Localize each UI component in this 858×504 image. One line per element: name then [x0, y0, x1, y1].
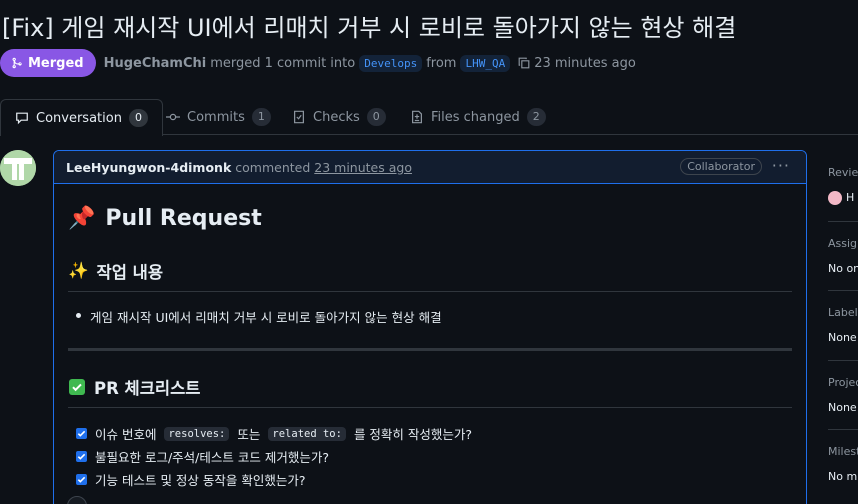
sparkles-icon: ✨: [68, 261, 89, 280]
task-text: 이슈 번호에: [95, 427, 157, 442]
task-text: 또는: [237, 427, 261, 442]
comment-body: 📌 Pull Request ✨ 작업 내용 게임 재시작 UI에서 리매치 거…: [68, 199, 792, 491]
merged-state-badge: Merged: [0, 49, 96, 77]
divider: [828, 290, 858, 291]
task-checkbox[interactable]: [76, 451, 87, 462]
tab-count: 0: [366, 108, 386, 126]
checklist-icon: [294, 110, 304, 124]
tab-count: 2: [526, 108, 546, 126]
sidebar-labels[interactable]: Labels None: [828, 306, 858, 344]
task-text: 를 정확히 작성했는가?: [353, 427, 473, 442]
tab-label: Checks: [313, 109, 360, 125]
tab-label: Commits: [187, 109, 245, 125]
tab-conversation[interactable]: Conversation 0: [0, 99, 163, 136]
pr-author-link[interactable]: HugeChamChi: [104, 56, 207, 71]
from-text: from: [426, 55, 457, 71]
sidebar-heading: Labels: [828, 306, 858, 319]
comment-author-avatar[interactable]: [0, 150, 36, 186]
sidebar-heading: Review: [828, 166, 858, 179]
work-list: 게임 재시작 UI에서 리매치 거부 시 로비로 돌아가지 않는 현상 해결: [76, 307, 792, 326]
sidebar-value: No mi: [828, 470, 858, 483]
merge-text: merged 1 commit into: [210, 55, 356, 71]
task-checkbox[interactable]: [76, 428, 87, 439]
heading-text: Pull Request: [105, 205, 262, 231]
sidebar-value: None: [828, 401, 857, 414]
section-title: 작업 내용: [96, 263, 164, 282]
comment-heading: 📌 Pull Request: [68, 203, 792, 233]
task-text: 불필요한 로그/주석/테스트 코드 제거했는가?: [95, 450, 329, 465]
task-list: 이슈 번호에 resolves: 또는 related to: 를 정확히 작성…: [68, 422, 792, 491]
pr-tabs: Conversation 0 Commits 1 Checks 0 Files …: [0, 99, 858, 136]
task-checkbox[interactable]: [76, 474, 87, 485]
tab-commits[interactable]: Commits 1: [166, 99, 271, 135]
reviewer-entry[interactable]: H: [828, 191, 858, 205]
reviewer-name: H: [846, 191, 855, 204]
task-item: 불필요한 로그/주석/테스트 코드 제거했는가?: [68, 445, 792, 468]
comment-time-link[interactable]: 23 minutes ago: [314, 160, 412, 175]
list-item: 게임 재시작 UI에서 리매치 거부 시 로비로 돌아가지 않는 현상 해결: [76, 307, 792, 326]
sidebar-heading: Projec: [828, 376, 858, 389]
check-mark-icon: [69, 379, 85, 395]
pr-sidebar: Review H Assign No on Labels None Projec…: [828, 150, 858, 504]
sidebar-reviewers[interactable]: Review H: [828, 166, 858, 205]
merge-time: 23 minutes ago: [534, 55, 636, 71]
comment-author[interactable]: LeeHyungwon-4dimonk: [66, 160, 231, 175]
copy-icon[interactable]: [517, 56, 531, 70]
tab-label: Conversation: [36, 110, 122, 126]
commit-icon: [166, 113, 180, 121]
tab-count: 1: [251, 108, 271, 126]
state-label: Merged: [28, 55, 84, 71]
merge-icon: [12, 57, 22, 69]
file-diff-icon: [412, 110, 422, 124]
sidebar-projects[interactable]: Projec None: [828, 376, 858, 414]
sidebar-value: No on: [828, 262, 858, 275]
collaborator-badge: Collaborator: [680, 158, 762, 175]
divider: [828, 221, 858, 222]
divider: [828, 360, 858, 361]
tab-count: 0: [128, 109, 148, 127]
sidebar-heading: Milest: [828, 445, 858, 458]
kebab-menu-icon[interactable]: ···: [772, 156, 790, 175]
task-item: 이슈 번호에 resolves: 또는 related to: 를 정확히 작성…: [68, 422, 792, 445]
reviewer-avatar: [828, 191, 842, 205]
task-text: 기능 테스트 및 정상 동작을 확인했는가?: [95, 473, 306, 488]
sidebar-value: None: [828, 331, 857, 344]
comment-icon: [16, 112, 28, 125]
sidebar-heading: Assign: [828, 237, 858, 250]
pushpin-icon: 📌: [68, 205, 96, 231]
sidebar-milestone[interactable]: Milest No mi: [828, 445, 858, 483]
pr-meta: Merged HugeChamChi merged 1 commit into …: [0, 49, 636, 77]
section-title: PR 체크리스트: [94, 379, 201, 398]
divider: [828, 429, 858, 430]
head-branch[interactable]: LHW_QA: [460, 54, 511, 72]
inline-code: related to:: [268, 426, 346, 441]
tab-files-changed[interactable]: Files changed 2: [410, 99, 546, 135]
section-checklist-heading: PR 체크리스트: [68, 375, 792, 408]
comment-header: LeeHyungwon-4dimonk commented 23 minutes…: [54, 151, 806, 184]
sidebar-assignees[interactable]: Assign No on: [828, 237, 858, 275]
tab-checks[interactable]: Checks 0: [292, 99, 386, 135]
tab-label: Files changed: [431, 109, 520, 125]
pr-description-comment: LeeHyungwon-4dimonk commented 23 minutes…: [53, 150, 807, 504]
pr-title: [Fix] 게임 재시작 UI에서 리매치 거부 시 로비로 돌아가지 않는 현…: [2, 14, 737, 42]
comment-verb: commented: [235, 159, 311, 175]
base-branch[interactable]: Develops: [359, 54, 423, 72]
divider: [68, 348, 792, 351]
inline-code: resolves:: [164, 426, 230, 441]
section-work-heading: ✨ 작업 내용: [68, 259, 792, 292]
task-item: 기능 테스트 및 정상 동작을 확인했는가?: [68, 468, 792, 491]
